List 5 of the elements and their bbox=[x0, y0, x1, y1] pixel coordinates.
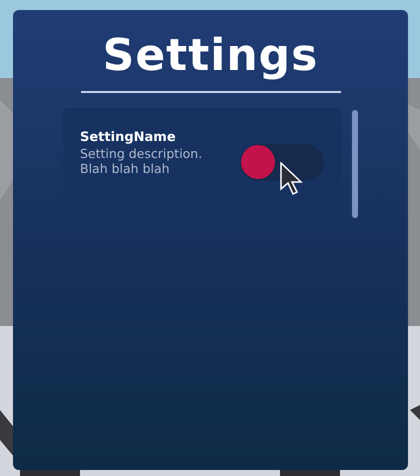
toggle-switch[interactable] bbox=[240, 144, 324, 181]
setting-name: SettingName bbox=[80, 130, 177, 146]
panel-title: Settings bbox=[102, 30, 318, 82]
scrollbar[interactable] bbox=[352, 110, 358, 218]
setting-description: Setting description. Blah blah blah bbox=[80, 146, 204, 176]
